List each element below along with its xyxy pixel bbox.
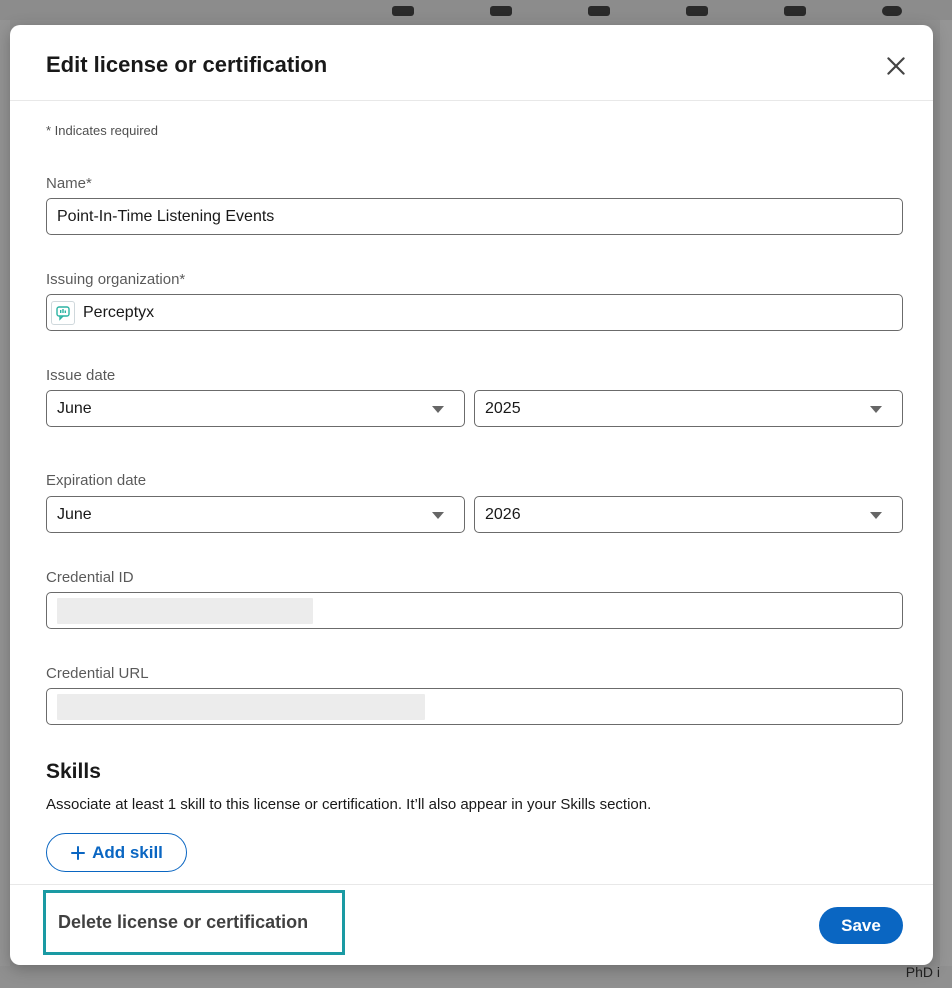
add-skill-label: Add skill (92, 842, 163, 862)
credential-id-input[interactable] (46, 592, 903, 629)
nav-jobs-icon (588, 6, 610, 16)
nav-avatar-icon (882, 6, 902, 16)
issue-year-select[interactable]: 2025 (474, 390, 903, 427)
credential-url-redacted (57, 693, 425, 720)
chevron-down-icon (432, 406, 444, 413)
background-bottom (0, 966, 952, 988)
skills-heading: Skills (46, 760, 101, 783)
name-label: Name* (46, 175, 92, 192)
modal-header: Edit license or certification (10, 25, 933, 101)
nav-network-icon (490, 6, 512, 16)
organization-label: Issuing organization* (46, 271, 186, 288)
expiration-year-value: 2026 (485, 505, 521, 523)
save-label: Save (841, 915, 881, 935)
nav-messaging-icon (686, 6, 708, 16)
chevron-down-icon (870, 406, 882, 413)
name-value: Point-In-Time Listening Events (57, 207, 275, 225)
modal-title: Edit license or certification (46, 52, 328, 77)
delete-label: Delete license or certification (58, 912, 309, 932)
nav-notifications-icon (784, 6, 806, 16)
organization-value: Perceptyx (83, 303, 155, 321)
credential-url-input[interactable] (46, 688, 903, 725)
credential-id-label: Credential ID (46, 569, 134, 586)
expiration-month-select[interactable]: June (46, 496, 465, 533)
credential-url-label: Credential URL (46, 665, 149, 682)
name-input[interactable]: Point-In-Time Listening Events (46, 198, 903, 235)
nav-home-icon (392, 6, 414, 16)
required-note: * Indicates required (46, 123, 159, 138)
organization-input[interactable]: Perceptyx (46, 294, 903, 331)
background-top-nav (0, 0, 952, 20)
add-skill-button[interactable]: Add skill (46, 833, 187, 872)
background-right-column (940, 20, 952, 988)
edit-certification-modal: Edit license or certification * Indicate… (10, 25, 933, 965)
plus-icon (71, 845, 86, 860)
expiration-year-select[interactable]: 2026 (474, 496, 903, 533)
issue-month-value: June (57, 399, 92, 417)
delete-certification-button[interactable]: Delete license or certification (43, 890, 345, 955)
close-button[interactable] (883, 53, 909, 79)
background-left-column (0, 20, 10, 988)
chevron-down-icon (870, 512, 882, 519)
credential-id-redacted (57, 597, 313, 624)
close-icon (887, 57, 905, 75)
skills-description: Associate at least 1 skill to this licen… (46, 796, 652, 813)
issue-month-select[interactable]: June (46, 390, 465, 427)
background-bottom-text: PhD i (905, 964, 940, 980)
save-button[interactable]: Save (819, 907, 903, 944)
chevron-down-icon (432, 512, 444, 519)
expiration-date-label: Expiration date (46, 472, 147, 489)
perceptyx-logo-icon (51, 300, 75, 325)
expiration-month-value: June (57, 505, 92, 523)
issue-date-label: Issue date (46, 367, 116, 384)
issue-year-value: 2025 (485, 399, 521, 417)
